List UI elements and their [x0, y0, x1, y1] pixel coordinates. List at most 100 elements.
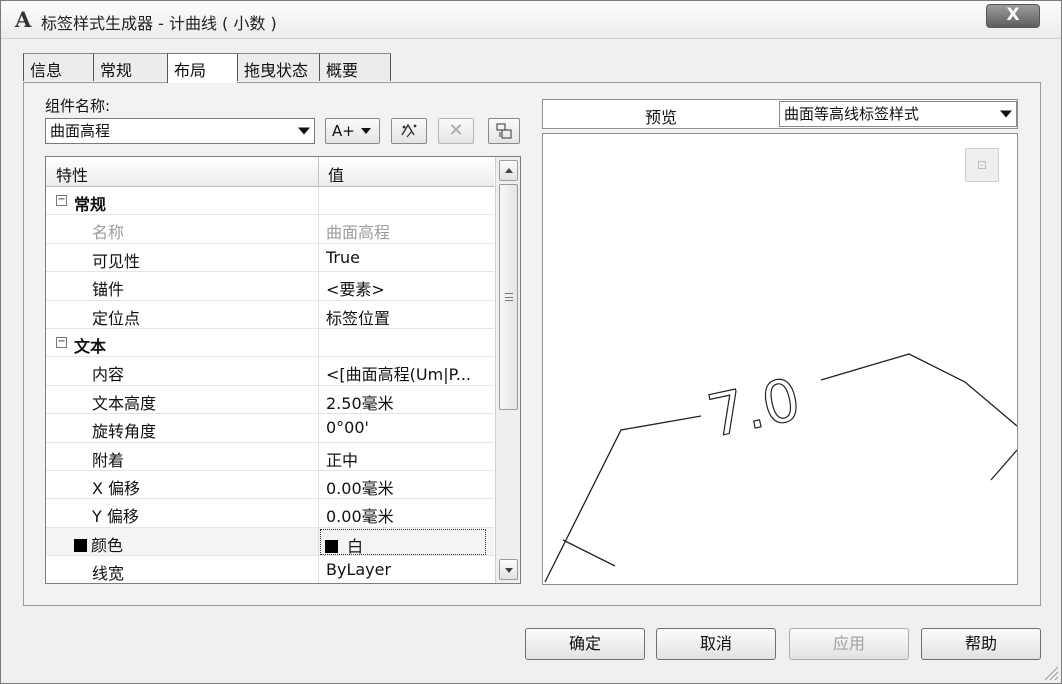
- cell-separator: [318, 329, 319, 357]
- value-column-header[interactable]: 值: [328, 162, 344, 186]
- component-name-label: 组件名称:: [45, 97, 111, 115]
- table-row[interactable]: 内容 <[曲面高程(Um|P...: [46, 357, 494, 386]
- color-swatch-icon: [325, 539, 338, 553]
- property-value[interactable]: ByLayer: [326, 560, 492, 579]
- autocad-a-icon: A: [15, 7, 32, 32]
- contour-elevation-label: 7.0: [702, 365, 806, 451]
- cell-separator: [318, 556, 319, 583]
- table-row[interactable]: 文本高度 2.50毫米: [46, 385, 494, 415]
- title-bar[interactable]: A 标签样式生成器 - 计曲线 ( 小数 ) X: [1, 1, 1061, 39]
- cell-separator: [318, 215, 319, 243]
- preview-canvas[interactable]: 7.0 ⊡: [542, 133, 1018, 585]
- collapse-icon[interactable]: −: [56, 195, 67, 206]
- category-text[interactable]: − 文本: [46, 329, 494, 358]
- color-swatch-icon: [74, 538, 87, 552]
- preview-label: 预览: [644, 108, 677, 127]
- property-value[interactable]: <[曲面高程(Um|P...: [326, 361, 492, 385]
- cell-separator: [318, 243, 319, 272]
- cell-separator: [318, 187, 319, 215]
- property-grid: 特性 值 − 常规 名称 曲面高程 可见性 True 锚件 <要素> 定位点 标…: [45, 156, 521, 584]
- preview-style-select[interactable]: 曲面等高线标签样式: [779, 101, 1017, 127]
- preview-header: 预览 曲面等高线标签样式: [542, 99, 1018, 129]
- property-name: Y 偏移: [92, 507, 139, 527]
- arrow-down-icon: [505, 568, 513, 573]
- table-row[interactable]: Y 偏移 0.00毫米: [46, 499, 494, 528]
- component-draw-order-button[interactable]: [488, 118, 520, 144]
- scroll-down-button[interactable]: [499, 559, 518, 580]
- column-separator: [318, 157, 319, 187]
- property-name: 内容: [92, 365, 125, 385]
- tab-dragged-state[interactable]: 拖曳状态: [237, 53, 319, 81]
- delete-component-icon: ✕: [448, 120, 464, 141]
- property-value[interactable]: <要素>: [326, 276, 492, 300]
- contour-preview-drawing: 7.0: [544, 353, 1017, 583]
- property-value[interactable]: 0°00': [326, 418, 492, 437]
- property-column-header[interactable]: 特性: [56, 162, 88, 186]
- property-value[interactable]: 标签位置: [326, 305, 492, 329]
- vertical-scrollbar[interactable]: [495, 157, 520, 583]
- cell-separator: [318, 385, 319, 414]
- table-row[interactable]: 名称 曲面高程: [46, 215, 494, 244]
- cell-separator: [318, 414, 319, 442]
- property-name-text: 颜色: [91, 535, 124, 555]
- component-name-value: 曲面高程: [50, 122, 111, 140]
- cell-separator: [318, 442, 319, 470]
- property-name: 锚件: [92, 280, 125, 300]
- apply-button[interactable]: 应用: [789, 628, 909, 660]
- table-row[interactable]: 线宽 ByLayer: [46, 556, 494, 584]
- tab-general[interactable]: 常规: [93, 53, 167, 81]
- add-text-component-icon: A+: [332, 122, 355, 140]
- component-name-select[interactable]: 曲面高程: [45, 118, 315, 144]
- category-label: 文本: [74, 337, 107, 356]
- table-row[interactable]: 附着 正中: [46, 442, 494, 471]
- cell-separator: [318, 499, 319, 527]
- tab-summary[interactable]: 概要: [319, 53, 391, 81]
- label-style-composer-window: A 标签样式生成器 - 计曲线 ( 小数 ) X 信息 常规 布局 拖曳状态 概…: [0, 0, 1062, 684]
- property-name: 附着: [92, 450, 125, 470]
- help-button[interactable]: 帮助: [921, 628, 1041, 660]
- dropdown-arrow-icon: [361, 128, 371, 134]
- property-name: 线宽: [92, 564, 125, 584]
- table-row[interactable]: 可见性 True: [46, 243, 494, 273]
- grip-icon: [505, 293, 513, 301]
- tab-info[interactable]: 信息: [23, 53, 93, 81]
- component-draw-order-icon: [496, 123, 512, 139]
- copy-component-button[interactable]: [391, 118, 427, 144]
- table-row[interactable]: 锚件 <要素>: [46, 272, 494, 301]
- chevron-down-icon: [1000, 110, 1012, 118]
- property-name: 名称: [92, 223, 125, 243]
- property-value[interactable]: 0.00毫米: [326, 475, 492, 499]
- resize-grip-icon[interactable]: [1041, 663, 1059, 681]
- preview-pan-icon[interactable]: ⊡: [965, 148, 999, 182]
- property-value[interactable]: 0.00毫米: [326, 503, 492, 527]
- close-button[interactable]: X: [986, 4, 1040, 28]
- scroll-up-button[interactable]: [499, 160, 518, 181]
- add-component-button[interactable]: A+: [325, 118, 380, 144]
- category-general[interactable]: − 常规: [46, 187, 494, 216]
- delete-component-button[interactable]: ✕: [438, 118, 474, 144]
- cancel-button[interactable]: 取消: [656, 628, 776, 660]
- scroll-thumb[interactable]: [499, 184, 518, 410]
- cell-separator: [318, 357, 319, 385]
- grid-header: 特性 值: [46, 157, 494, 187]
- property-name: 可见性: [92, 251, 141, 271]
- cell-separator: [318, 300, 319, 328]
- table-row[interactable]: 旋转角度 0°00': [46, 414, 494, 443]
- property-value[interactable]: 正中: [326, 447, 492, 471]
- collapse-icon[interactable]: −: [56, 337, 67, 348]
- ok-button[interactable]: 确定: [525, 628, 645, 660]
- table-row[interactable]: X 偏移 0.00毫米: [46, 471, 494, 500]
- property-name: 定位点: [92, 308, 141, 328]
- property-name: 颜色: [74, 532, 123, 556]
- property-name: 文本高度: [92, 393, 157, 413]
- property-value-text: 白: [347, 536, 364, 555]
- table-row[interactable]: 颜色 白: [46, 527, 494, 557]
- property-value[interactable]: 2.50毫米: [326, 390, 492, 414]
- property-value[interactable]: 白: [320, 528, 486, 555]
- tab-layout[interactable]: 布局: [167, 53, 237, 83]
- property-value: 曲面高程: [326, 223, 391, 243]
- table-row[interactable]: 定位点 标签位置: [46, 300, 494, 329]
- property-name: 旋转角度: [92, 422, 157, 442]
- chevron-down-icon: [298, 127, 310, 135]
- property-value[interactable]: True: [326, 248, 492, 267]
